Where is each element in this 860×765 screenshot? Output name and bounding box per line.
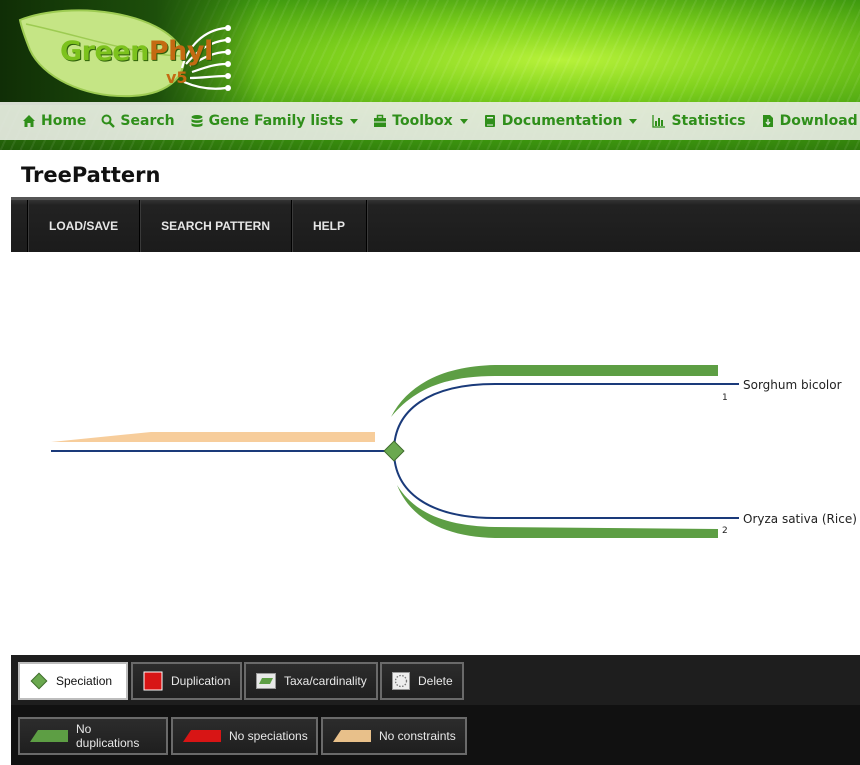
bar-chart-icon [652,115,666,128]
delete-tool-button[interactable]: Delete [380,662,464,700]
no-speciations-tool-button[interactable]: No speciations [171,717,318,755]
leaf-count-1: 1 [722,393,728,403]
duplication-tool-label: Duplication [171,674,231,688]
nav-documentation-label: Documentation [501,113,623,129]
nav-home-label: Home [41,113,87,129]
nav-toolbox[interactable]: Toolbox [373,102,473,140]
menu-divider [11,200,28,252]
speciation-tool-button[interactable]: Speciation [18,662,128,700]
load-save-button[interactable]: LOAD/SAVE [28,200,141,252]
logo-brand-green: Green [60,36,149,67]
no-speciations-tool-label: No speciations [229,729,308,743]
delete-tool-label: Delete [418,674,453,688]
database-icon [191,115,203,127]
chevron-down-icon [350,118,359,124]
tree-pattern-menu: LOAD/SAVE SEARCH PATTERN HELP [11,197,860,252]
logo-version: v5 [166,68,188,87]
search-icon [101,114,116,128]
taxa-cardinality-tool-button[interactable]: Taxa/cardinality [244,662,378,700]
speciation-tool-label: Speciation [56,674,113,688]
top-branch[interactable] [393,383,739,452]
taxa-cardinality-icon [256,673,276,689]
no-duplications-tool-label: No duplications [75,722,140,750]
leaf-label-2[interactable]: Oryza sativa (Rice) [743,512,857,526]
page-title: TreePattern [21,163,161,187]
book-icon [484,115,495,127]
tree-pattern-svg[interactable]: Sorghum bicolor 1 Oryza sativa (Rice) 2 [11,252,860,655]
nav-home[interactable]: Home [0,102,92,140]
nav-documentation[interactable]: Documentation [483,102,644,140]
leaf-count-2: 2 [722,526,728,536]
no-constraints-tool-label: No constraints [379,729,456,743]
leaf-label-1[interactable]: Sorghum bicolor [743,378,842,392]
bottom-branch[interactable] [393,450,739,519]
nav-toolbox-label: Toolbox [392,113,453,129]
main-nav: Home Search Gene Family lists Toolbox Do… [0,102,860,140]
nav-download[interactable]: Download [761,102,860,140]
taxa-cardinality-tool-label: Taxa/cardinality [284,674,367,688]
tree-canvas[interactable]: Sorghum bicolor 1 Oryza sativa (Rice) 2 [11,252,860,655]
nav-statistics[interactable]: Statistics [652,102,751,140]
header-banner: GreenPhyl v5 Home Search Gene Family lis… [0,0,860,150]
no-constraints-swatch-icon [333,730,371,742]
no-duplications-tool-button[interactable]: No duplications [18,717,168,755]
nav-statistics-label: Statistics [671,113,746,129]
nav-gene-family-lists[interactable]: Gene Family lists [190,102,365,140]
speciation-node[interactable] [383,440,405,462]
logo-brand-phyl: Phyl [148,36,213,67]
file-download-icon [762,115,773,127]
speciation-diamond-icon [30,672,48,690]
duplication-tool-button[interactable]: Duplication [131,662,242,700]
nav-download-label: Download [779,113,858,129]
chevron-down-icon [629,118,638,124]
home-icon [23,115,35,127]
chevron-down-icon [459,118,468,124]
nav-search[interactable]: Search [101,102,180,140]
duplication-square-icon [143,671,163,691]
nav-search-label: Search [120,113,175,129]
greenphyl-logo[interactable]: GreenPhyl v5 [12,6,242,102]
no-speciations-swatch-icon [183,730,221,742]
no-duplications-swatch-icon [30,730,68,742]
help-button[interactable]: HELP [292,200,368,252]
delete-dotted-circle-icon [392,672,410,690]
logo-wordmark: GreenPhyl [60,36,213,67]
nav-gene-family-lists-label: Gene Family lists [208,113,344,129]
no-constraints-tool-button[interactable]: No constraints [321,717,467,755]
pattern-tools-panel: Speciation Duplication Taxa/cardinality … [11,655,860,765]
root-constraint-no-constraints[interactable] [51,432,375,442]
toolbox-icon [374,114,387,127]
search-pattern-button[interactable]: SEARCH PATTERN [140,200,293,252]
